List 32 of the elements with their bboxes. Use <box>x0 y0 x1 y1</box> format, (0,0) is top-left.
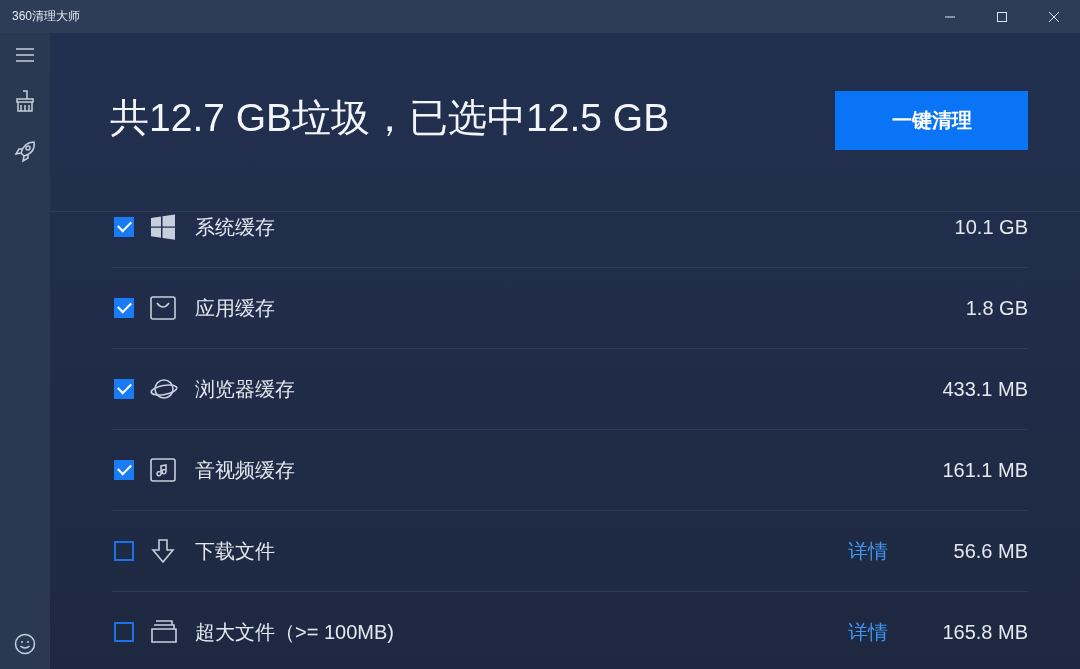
checkbox[interactable] <box>114 298 134 318</box>
details-link[interactable]: 详情 <box>848 537 888 565</box>
broom-icon[interactable] <box>14 90 36 112</box>
checkbox[interactable] <box>114 460 134 480</box>
window-title: 360清理大师 <box>12 8 82 25</box>
item-size: 433.1 MB <box>941 377 1028 401</box>
item-size: 56.6 MB <box>952 539 1028 563</box>
item-size: 1.8 GB <box>964 296 1028 320</box>
checkbox[interactable] <box>114 217 134 237</box>
summary-text: 共12.7 GB垃圾，已选中12.5 GB <box>110 95 671 141</box>
details-link[interactable]: 详情 <box>848 618 888 646</box>
checkbox[interactable] <box>114 541 134 561</box>
music-icon <box>150 457 178 483</box>
item-label: 应用缓存 <box>195 295 276 321</box>
item-label: 下载文件 <box>195 538 276 564</box>
item-label: 浏览器缓存 <box>195 376 296 402</box>
checkbox[interactable] <box>114 622 134 642</box>
checkbox[interactable] <box>114 379 134 399</box>
item-label: 超大文件（>= 100MB) <box>195 619 395 645</box>
menu-icon[interactable] <box>15 47 35 63</box>
smiley-icon[interactable] <box>14 633 36 655</box>
item-label: 音视频缓存 <box>195 457 296 483</box>
item-label: 系统缓存 <box>195 214 276 240</box>
drawer-icon <box>150 619 178 645</box>
planet-icon <box>150 376 178 402</box>
item-size: 161.1 MB <box>941 458 1028 482</box>
windows-icon <box>150 214 178 240</box>
item-size: 10.1 GB <box>953 215 1028 239</box>
bag-icon <box>150 295 178 321</box>
rocket-icon[interactable] <box>13 139 37 163</box>
clean-button[interactable]: 一键清理 <box>835 91 1028 150</box>
item-size: 165.8 MB <box>941 620 1028 644</box>
